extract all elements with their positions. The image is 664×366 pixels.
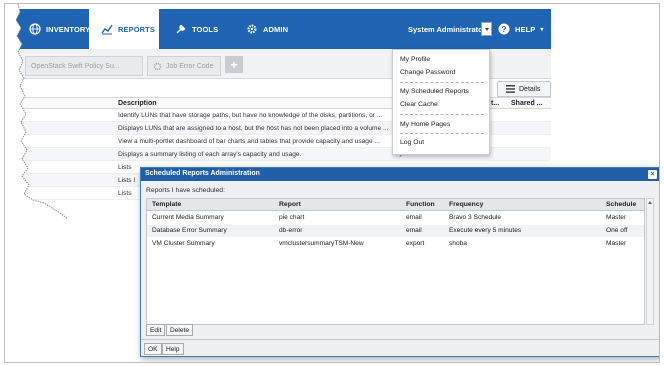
row-description: Lists	[118, 190, 132, 197]
nav-tools[interactable]: TOOLS	[175, 9, 218, 49]
cell-report: db-error	[279, 227, 303, 234]
menu-item-my-profile[interactable]: My Profile	[400, 56, 430, 63]
cell-frequency: Bravo 3 Schedule	[449, 214, 502, 221]
cell-report: vmclustersummaryTSM-New	[279, 240, 364, 247]
menu-divider	[400, 114, 484, 115]
menu-divider	[400, 82, 484, 83]
column-description[interactable]: Description	[118, 100, 157, 107]
cell-function: export	[406, 240, 425, 247]
chevron-down-icon	[484, 27, 489, 31]
scroll-up-icon[interactable]	[648, 201, 652, 204]
row-description: Displays LUNs that are assigned to a hos…	[118, 125, 389, 132]
grid-scrollbar[interactable]	[646, 198, 654, 325]
row-description: Displays a summary listing of each array…	[118, 151, 302, 158]
top-navbar: INVENTORY REPORTS TOOLS ADMIN System Adm…	[15, 9, 551, 49]
details-button[interactable]: Details	[497, 81, 551, 97]
column-frequency[interactable]: Frequency	[449, 201, 483, 208]
row-description: Lists	[118, 164, 132, 171]
dialog-title-bar: Scheduled Reports Administration ×	[141, 168, 659, 181]
column-template[interactable]: Template	[152, 201, 181, 208]
gear-icon	[247, 24, 257, 34]
scheduled-reports-grid: Template Report Function Frequency Sched…	[146, 198, 645, 325]
user-dropdown-menu: My Profile Change Password My Scheduled …	[392, 49, 490, 155]
screenshot-frame: INVENTORY REPORTS TOOLS ADMIN System Adm…	[4, 3, 660, 363]
menu-item-clear-cache[interactable]: Clear Cache	[400, 101, 438, 108]
svg-text:?: ?	[502, 25, 507, 34]
cell-template: Current Media Summary	[152, 214, 224, 221]
gear-icon	[153, 62, 162, 70]
grid-header: Template Report Function Frequency Sched…	[147, 199, 644, 211]
user-menu-dropdown-button[interactable]	[481, 22, 492, 36]
help-button[interactable]: Help	[162, 343, 184, 355]
wrench-icon	[176, 24, 186, 34]
table-row[interactable]: Current Media Summary pie chart email Br…	[147, 212, 644, 224]
table-row[interactable]: VM Cluster Summary vmclustersummaryTSM-N…	[147, 238, 644, 250]
user-menu[interactable]: System Administrator	[408, 9, 486, 49]
nav-tools-label: TOOLS	[192, 24, 219, 34]
add-tab-button[interactable]: +	[225, 56, 243, 73]
chart-icon	[101, 24, 113, 35]
row-description: Lists I	[118, 177, 136, 184]
column-type[interactable]: t...	[491, 100, 499, 107]
column-function[interactable]: Function	[406, 201, 435, 208]
menu-item-my-home-pages[interactable]: My Home Pages	[400, 121, 450, 128]
help-icon: ?	[498, 23, 510, 35]
cell-function: email	[406, 227, 422, 234]
menu-divider	[400, 133, 484, 134]
row-description: View a multi-portlet dashboard of bar ch…	[118, 138, 380, 145]
column-schedule[interactable]: Schedule	[606, 201, 636, 208]
dialog-subtitle: Reports I have scheduled:	[146, 187, 225, 194]
nav-help-label: HELP	[515, 24, 536, 34]
cell-frequency: Execute every 5 minutes	[449, 227, 522, 234]
dialog-footer-divider	[141, 339, 659, 340]
details-label: Details	[519, 85, 541, 93]
nav-admin[interactable]: ADMIN	[246, 9, 288, 49]
cell-schedule: One off	[606, 227, 628, 234]
list-icon	[506, 85, 515, 93]
cell-schedule: Master	[606, 214, 627, 221]
nav-help[interactable]: ? HELP ▾	[498, 9, 544, 49]
scheduled-reports-dialog: Scheduled Reports Administration × Repor…	[140, 167, 659, 357]
user-name: System Administrator	[408, 24, 486, 34]
nav-reports-label: REPORTS	[118, 24, 155, 34]
cell-function: email	[406, 214, 422, 221]
nav-reports[interactable]: REPORTS	[89, 9, 159, 49]
cell-report: pie chart	[279, 214, 305, 221]
cell-schedule: Master	[606, 240, 627, 247]
column-shared[interactable]: Shared ...	[511, 100, 543, 107]
cell-template: VM Cluster Summary	[152, 240, 215, 247]
delete-button[interactable]: Delete	[166, 324, 194, 336]
tab-job-error-code-label: Job Error Code	[166, 62, 214, 70]
close-icon[interactable]: ×	[648, 170, 657, 179]
row-description: Identify LUNs that have storage paths, b…	[118, 112, 383, 119]
torn-edge	[8, 4, 68, 219]
edit-button[interactable]: Edit	[146, 324, 166, 336]
cell-template: Database Error Summary	[152, 227, 227, 234]
ok-button[interactable]: OK	[144, 343, 162, 355]
menu-item-my-scheduled-reports[interactable]: My Scheduled Reports	[400, 88, 469, 95]
menu-item-log-out[interactable]: Log Out	[400, 139, 424, 146]
column-report[interactable]: Report	[279, 201, 301, 208]
cell-frequency: shoba	[449, 240, 467, 247]
nav-admin-label: ADMIN	[263, 24, 289, 34]
tab-job-error-code[interactable]: Job Error Code	[147, 56, 221, 76]
table-row[interactable]: Database Error Summary db-error email Ex…	[147, 225, 644, 237]
help-chevron-icon: ▾	[540, 26, 544, 33]
dialog-title: Scheduled Reports Administration	[145, 170, 260, 177]
menu-item-change-password[interactable]: Change Password	[400, 69, 456, 76]
